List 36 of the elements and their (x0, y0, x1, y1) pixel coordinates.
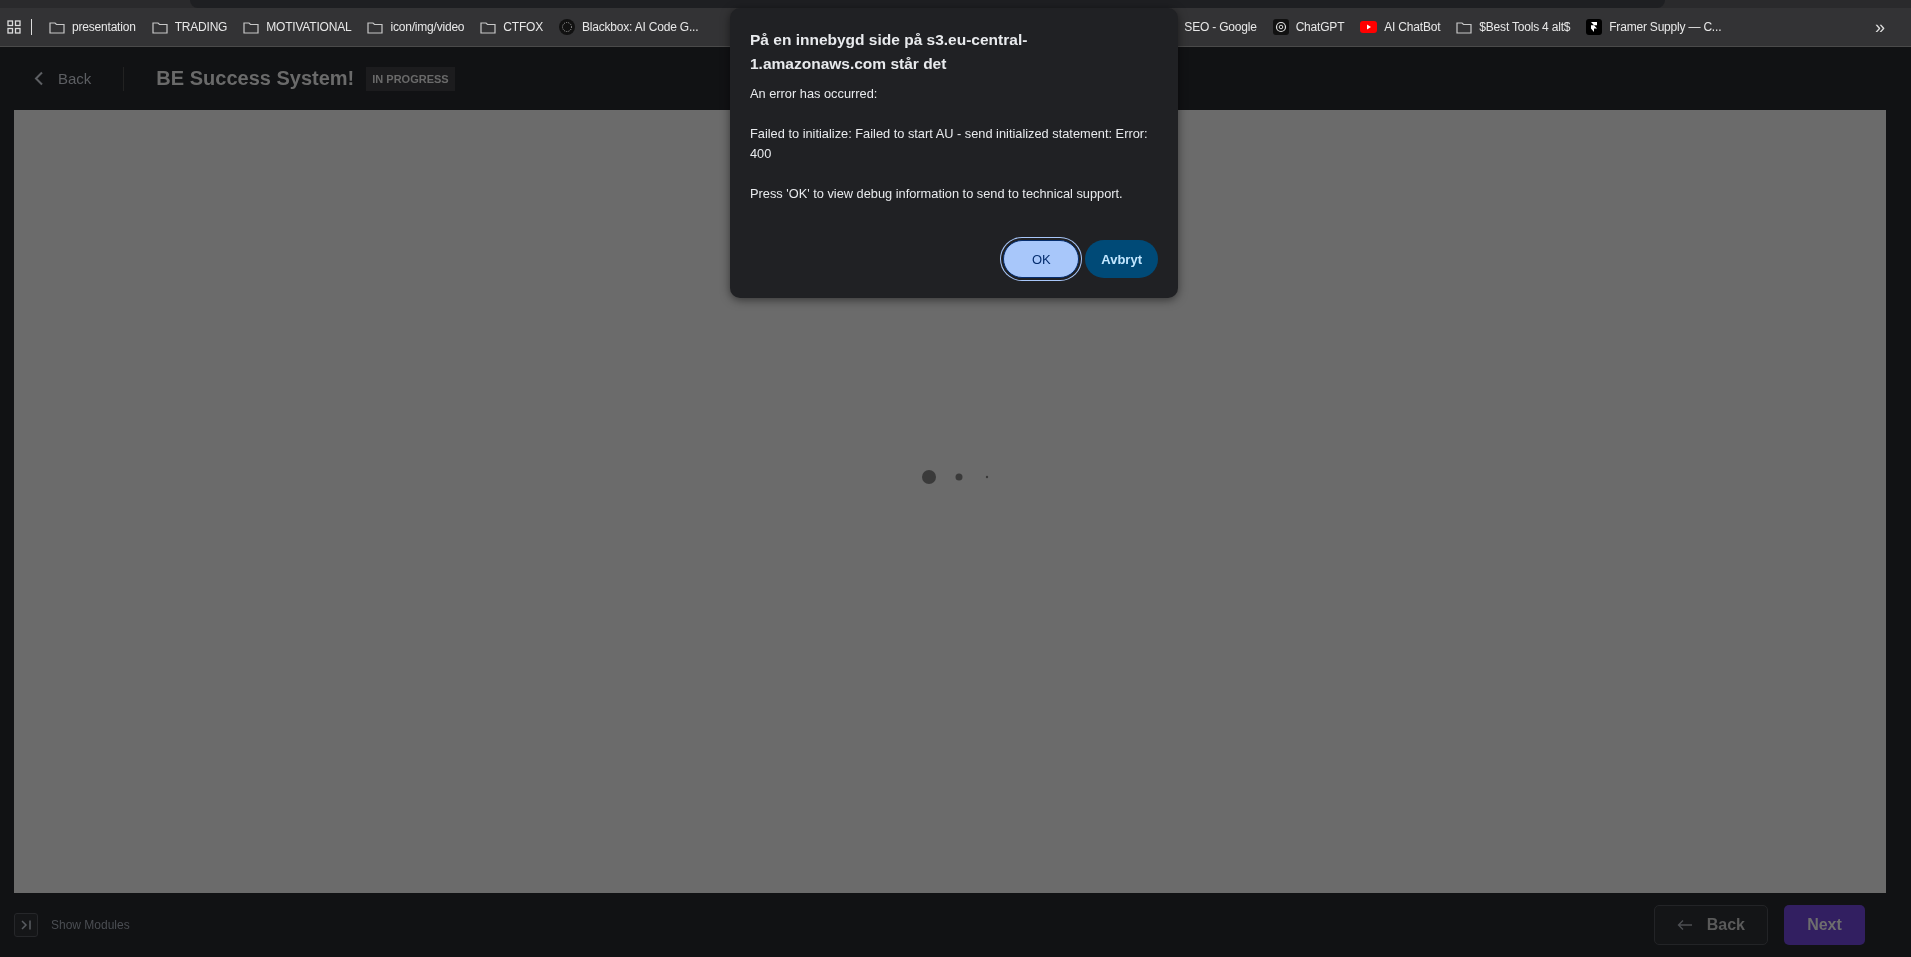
arrow-left-icon (1676, 919, 1693, 931)
bookmark-link[interactable]: presentation (72, 20, 136, 34)
show-modules-button[interactable] (14, 913, 38, 937)
bookmark-link[interactable]: MOTIVATIONAL (266, 20, 352, 34)
bookmark-link[interactable]: CTFOX (503, 20, 543, 34)
bookmark-link[interactable]: TRADING (174, 20, 228, 34)
status-badge: IN PROGRESS (366, 66, 455, 91)
framer-icon (1586, 19, 1603, 35)
bookmark-link[interactable]: Blackbox: AI Code G... (582, 20, 699, 34)
expand-sidebar-icon (20, 919, 32, 931)
knot-icon (1272, 19, 1289, 35)
play-icon (1360, 21, 1378, 33)
bookmark-link[interactable]: icon/img/video (390, 20, 465, 34)
apps-icon[interactable] (7, 20, 21, 34)
chevron-left-icon (34, 71, 44, 86)
bookmark-link[interactable]: SEO - Google (1184, 20, 1257, 34)
folder-icon (1456, 20, 1473, 34)
folder-icon (49, 20, 65, 34)
dialog-title: På en innebygd side på s3.eu-central-1.amazonaws.com står det (750, 30, 1029, 74)
bookmark-link[interactable]: ChatGPT (1295, 20, 1345, 34)
dialog-message: Press 'OK' to view debug information to send to technical support. (750, 185, 1124, 203)
cancel-button[interactable]: Avbryt (1085, 240, 1158, 278)
folder-icon (480, 20, 497, 34)
bookmark-link[interactable]: $Best Tools 4 alt$ (1479, 20, 1571, 34)
dialog-message: An error has occurred: (750, 85, 879, 103)
bookmark-link[interactable]: Framer Supply — C... (1609, 20, 1722, 34)
course-title: BE Success System! (156, 67, 355, 90)
folder-icon (151, 20, 168, 34)
dialog-message: Failed to initialize: Failed to start AU - send initialized statement: Error: 400 (750, 125, 1149, 163)
folder-icon (243, 20, 260, 34)
more-bookmarks-button[interactable]: » (1875, 16, 1885, 38)
ok-button[interactable]: OK (1003, 240, 1080, 278)
dotted-circle-icon (559, 19, 575, 35)
folder-icon (367, 20, 384, 34)
bookmark-link[interactable]: AI ChatBot (1384, 20, 1441, 34)
loading-dots-icon (921, 468, 991, 485)
